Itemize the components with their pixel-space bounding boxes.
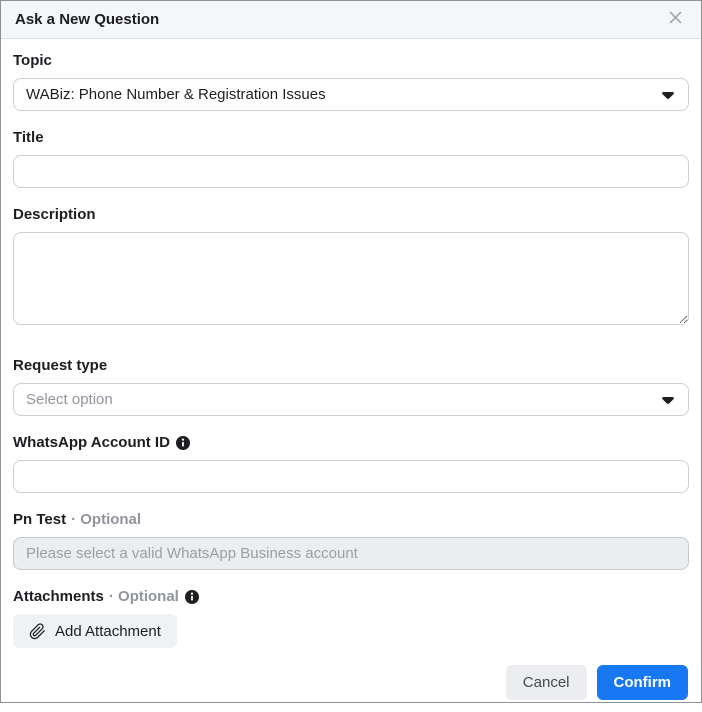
whatsapp-account-id-field: WhatsApp Account ID — [13, 433, 689, 493]
pn-test-label: Pn Test · Optional — [13, 511, 142, 528]
chevron-down-icon — [662, 391, 674, 409]
title-input[interactable] — [13, 155, 689, 188]
add-attachment-label: Add Attachment — [55, 622, 161, 640]
ask-new-question-modal: Ask a New Question Topic WABiz: Phone Nu… — [0, 0, 702, 703]
modal-footer: Cancel Confirm — [1, 665, 701, 712]
topic-select[interactable]: WABiz: Phone Number & Registration Issue… — [13, 78, 689, 111]
request-type-select[interactable]: Select option — [13, 383, 689, 416]
pn-test-field: Pn Test · Optional — [13, 510, 689, 570]
description-textarea[interactable] — [13, 232, 689, 325]
confirm-button[interactable]: Confirm — [596, 665, 688, 700]
topic-label: Topic — [13, 52, 52, 69]
attachments-optional-label: · Optional — [108, 588, 179, 605]
info-icon[interactable] — [184, 589, 199, 604]
modal-body: Topic WABiz: Phone Number & Registration… — [1, 39, 701, 665]
pn-test-input — [13, 537, 689, 570]
pn-test-optional-label: · Optional — [71, 511, 142, 528]
request-type-placeholder: Select option — [26, 391, 113, 408]
whatsapp-account-id-label: WhatsApp Account ID — [13, 433, 689, 452]
topic-field: Topic WABiz: Phone Number & Registration… — [13, 51, 689, 111]
attachments-field: Attachments · Optional Add Attachment — [13, 587, 689, 648]
cancel-button[interactable]: Cancel — [505, 665, 587, 700]
close-icon — [669, 11, 682, 29]
description-field: Description — [13, 205, 689, 330]
title-field: Title — [13, 128, 689, 188]
paperclip-icon — [29, 622, 46, 640]
chevron-down-icon — [662, 86, 674, 104]
request-type-label: Request type — [13, 357, 108, 374]
whatsapp-account-id-input[interactable] — [13, 460, 689, 493]
request-type-field: Request type Select option — [13, 356, 689, 416]
close-button[interactable] — [665, 10, 685, 30]
title-label: Title — [13, 129, 44, 146]
add-attachment-button[interactable]: Add Attachment — [13, 614, 177, 648]
topic-select-value: WABiz: Phone Number & Registration Issue… — [26, 86, 326, 103]
description-label: Description — [13, 206, 96, 223]
info-icon[interactable] — [175, 435, 190, 450]
attachments-label: Attachments · Optional — [13, 587, 689, 606]
modal-header: Ask a New Question — [1, 1, 701, 39]
modal-title: Ask a New Question — [15, 11, 160, 28]
